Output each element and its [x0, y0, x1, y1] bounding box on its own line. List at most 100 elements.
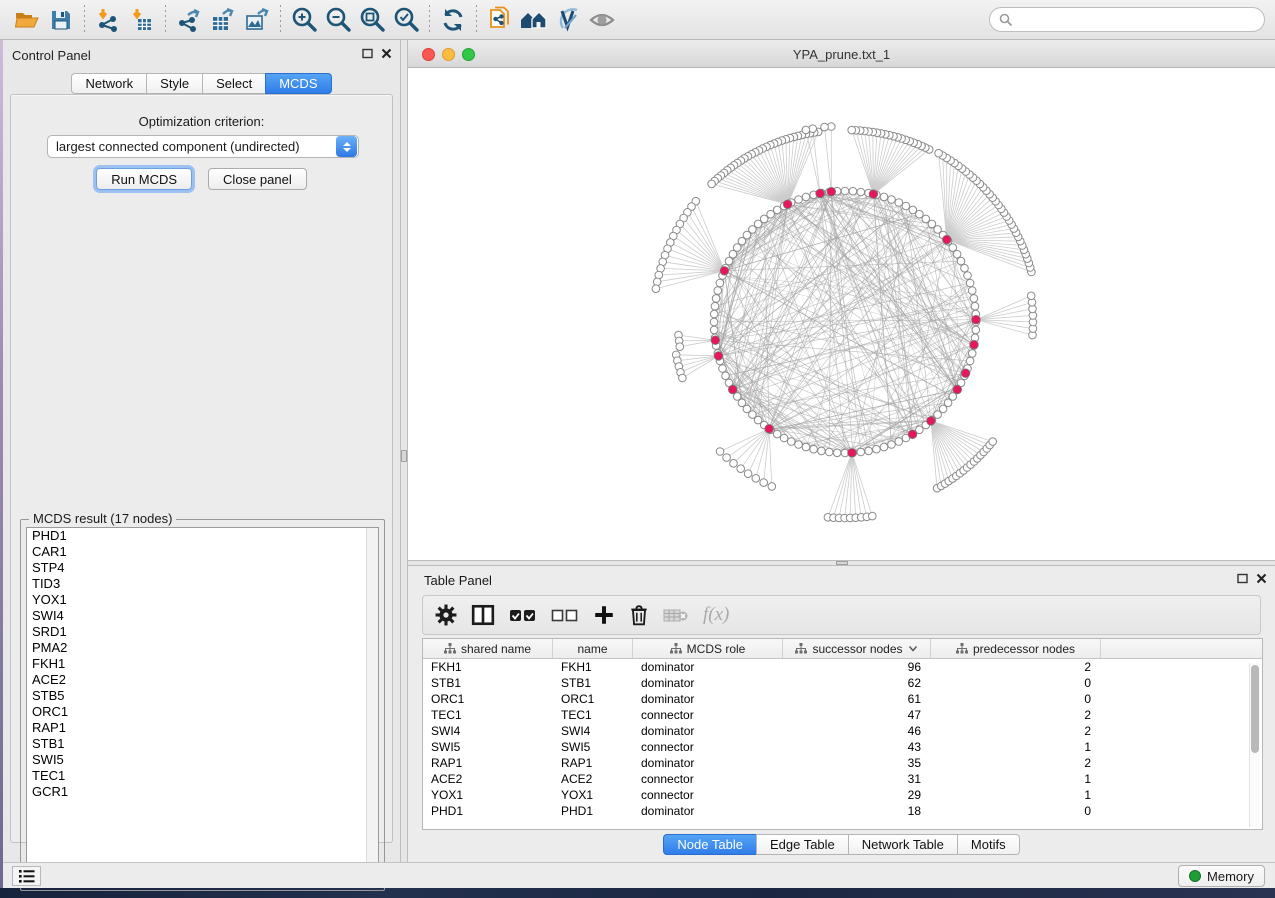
- network-node[interactable]: [848, 126, 856, 134]
- network-node[interactable]: [653, 278, 661, 286]
- vertical-splitter-handle[interactable]: [401, 450, 407, 462]
- network-canvas[interactable]: [408, 68, 1275, 560]
- network-node[interactable]: [825, 448, 833, 456]
- network-node[interactable]: [716, 279, 724, 287]
- column-header-MCDS-role[interactable]: MCDS role: [633, 639, 783, 658]
- network-node[interactable]: [971, 302, 979, 310]
- table-row[interactable]: SWI5SWI5connector431: [423, 739, 1262, 755]
- mcds-result-item[interactable]: CAR1: [27, 544, 378, 560]
- table-cell[interactable]: SWI4: [553, 724, 633, 738]
- save-session-button[interactable]: [44, 4, 78, 36]
- table-cell[interactable]: PHD1: [553, 804, 633, 818]
- table-cell[interactable]: TEC1: [423, 708, 553, 722]
- table-cell[interactable]: YOX1: [423, 788, 553, 802]
- network-node[interactable]: [857, 448, 865, 456]
- table-cell[interactable]: STB1: [553, 676, 633, 690]
- table-cell[interactable]: 35: [783, 756, 931, 770]
- network-node[interactable]: [710, 310, 718, 318]
- network-node[interactable]: [865, 447, 873, 455]
- network-node[interactable]: [752, 475, 760, 483]
- mcds-result-item[interactable]: ACE2: [27, 672, 378, 688]
- tab-select[interactable]: Select: [202, 73, 265, 94]
- network-node[interactable]: [902, 202, 910, 210]
- run-mcds-button[interactable]: Run MCDS: [96, 168, 192, 190]
- delete-column-button[interactable]: [629, 600, 649, 630]
- network-node[interactable]: [729, 250, 737, 258]
- tab-mcds[interactable]: MCDS: [265, 73, 331, 94]
- table-cell[interactable]: 0: [931, 804, 1101, 818]
- tab-edge-table[interactable]: Edge Table: [756, 834, 848, 855]
- table-cell[interactable]: STB1: [423, 676, 553, 690]
- network-node[interactable]: [810, 445, 818, 453]
- network-node[interactable]: [780, 434, 788, 442]
- table-cell[interactable]: dominator: [633, 660, 783, 674]
- network-node[interactable]: [909, 206, 917, 214]
- show-hide-panel-button[interactable]: [585, 4, 619, 36]
- table-cell[interactable]: 96: [783, 660, 931, 674]
- task-history-button[interactable]: [12, 866, 41, 886]
- search-box[interactable]: [989, 7, 1265, 32]
- network-node[interactable]: [710, 326, 718, 334]
- table-scrollbar-thumb[interactable]: [1251, 665, 1259, 753]
- deselect-all-button[interactable]: [551, 600, 579, 630]
- network-node[interactable]: [957, 257, 965, 265]
- network-node[interactable]: [802, 193, 810, 201]
- search-input[interactable]: [1018, 13, 1255, 27]
- table-cell[interactable]: 43: [783, 740, 931, 754]
- close-panel-icon[interactable]: [1256, 573, 1267, 584]
- import-network-button[interactable]: [91, 4, 125, 36]
- network-node[interactable]: [723, 454, 731, 462]
- show-columns-button[interactable]: [471, 600, 495, 630]
- network-node[interactable]: [895, 199, 903, 207]
- network-node[interactable]: [802, 443, 810, 451]
- table-cell[interactable]: 61: [783, 692, 931, 706]
- network-node[interactable]: [679, 374, 687, 382]
- table-cell[interactable]: PHD1: [423, 804, 553, 818]
- network-hub-node[interactable]: [970, 340, 979, 349]
- network-node[interactable]: [744, 470, 752, 478]
- mcds-result-item[interactable]: ORC1: [27, 704, 378, 720]
- column-header-name[interactable]: name: [553, 639, 633, 658]
- table-cell[interactable]: 62: [783, 676, 931, 690]
- table-cell[interactable]: dominator: [633, 804, 783, 818]
- table-scrollbar[interactable]: [1249, 663, 1260, 827]
- optimization-criterion-dropdown[interactable]: largest connected component (undirected): [47, 135, 359, 158]
- table-row[interactable]: SWI4SWI4dominator462: [423, 723, 1262, 739]
- table-cell[interactable]: YOX1: [553, 788, 633, 802]
- table-cell[interactable]: SWI5: [423, 740, 553, 754]
- table-cell[interactable]: 46: [783, 724, 931, 738]
- vertical-splitter[interactable]: [400, 40, 408, 862]
- network-hub-node[interactable]: [972, 315, 981, 324]
- mcds-result-item[interactable]: GCR1: [27, 784, 378, 800]
- memory-button[interactable]: Memory: [1178, 865, 1265, 887]
- network-hub-node[interactable]: [714, 352, 723, 361]
- table-cell[interactable]: 47: [783, 708, 931, 722]
- network-node[interactable]: [802, 126, 810, 134]
- float-panel-icon[interactable]: [362, 48, 373, 59]
- network-node[interactable]: [888, 441, 896, 449]
- table-cell[interactable]: ACE2: [423, 772, 553, 786]
- table-cell[interactable]: 18: [783, 804, 931, 818]
- network-hub-node[interactable]: [728, 385, 737, 394]
- table-cell[interactable]: ACE2: [553, 772, 633, 786]
- mcds-result-list[interactable]: PHD1CAR1STP4TID3YOX1SWI4SRD1PMA2FKH1ACE2…: [26, 527, 379, 885]
- apply-layout-button[interactable]: [436, 4, 470, 36]
- mcds-result-item[interactable]: STB5: [27, 688, 378, 704]
- network-graph[interactable]: [408, 68, 1275, 560]
- table-row[interactable]: YOX1YOX1connector291: [423, 787, 1262, 803]
- table-cell[interactable]: FKH1: [423, 660, 553, 674]
- network-node[interactable]: [833, 449, 841, 457]
- tab-node-table[interactable]: Node Table: [663, 834, 756, 855]
- network-node[interactable]: [970, 295, 978, 303]
- network-node[interactable]: [719, 365, 727, 373]
- network-node[interactable]: [968, 287, 976, 295]
- network-node[interactable]: [712, 295, 720, 303]
- network-node[interactable]: [708, 180, 716, 188]
- network-node[interactable]: [841, 187, 849, 195]
- mcds-result-item[interactable]: TID3: [27, 576, 378, 592]
- table-cell[interactable]: 1: [931, 740, 1101, 754]
- toggle-graphics-details-button[interactable]: [551, 4, 585, 36]
- table-cell[interactable]: connector: [633, 740, 783, 754]
- network-node[interactable]: [1027, 292, 1035, 300]
- export-network-button[interactable]: [172, 4, 206, 36]
